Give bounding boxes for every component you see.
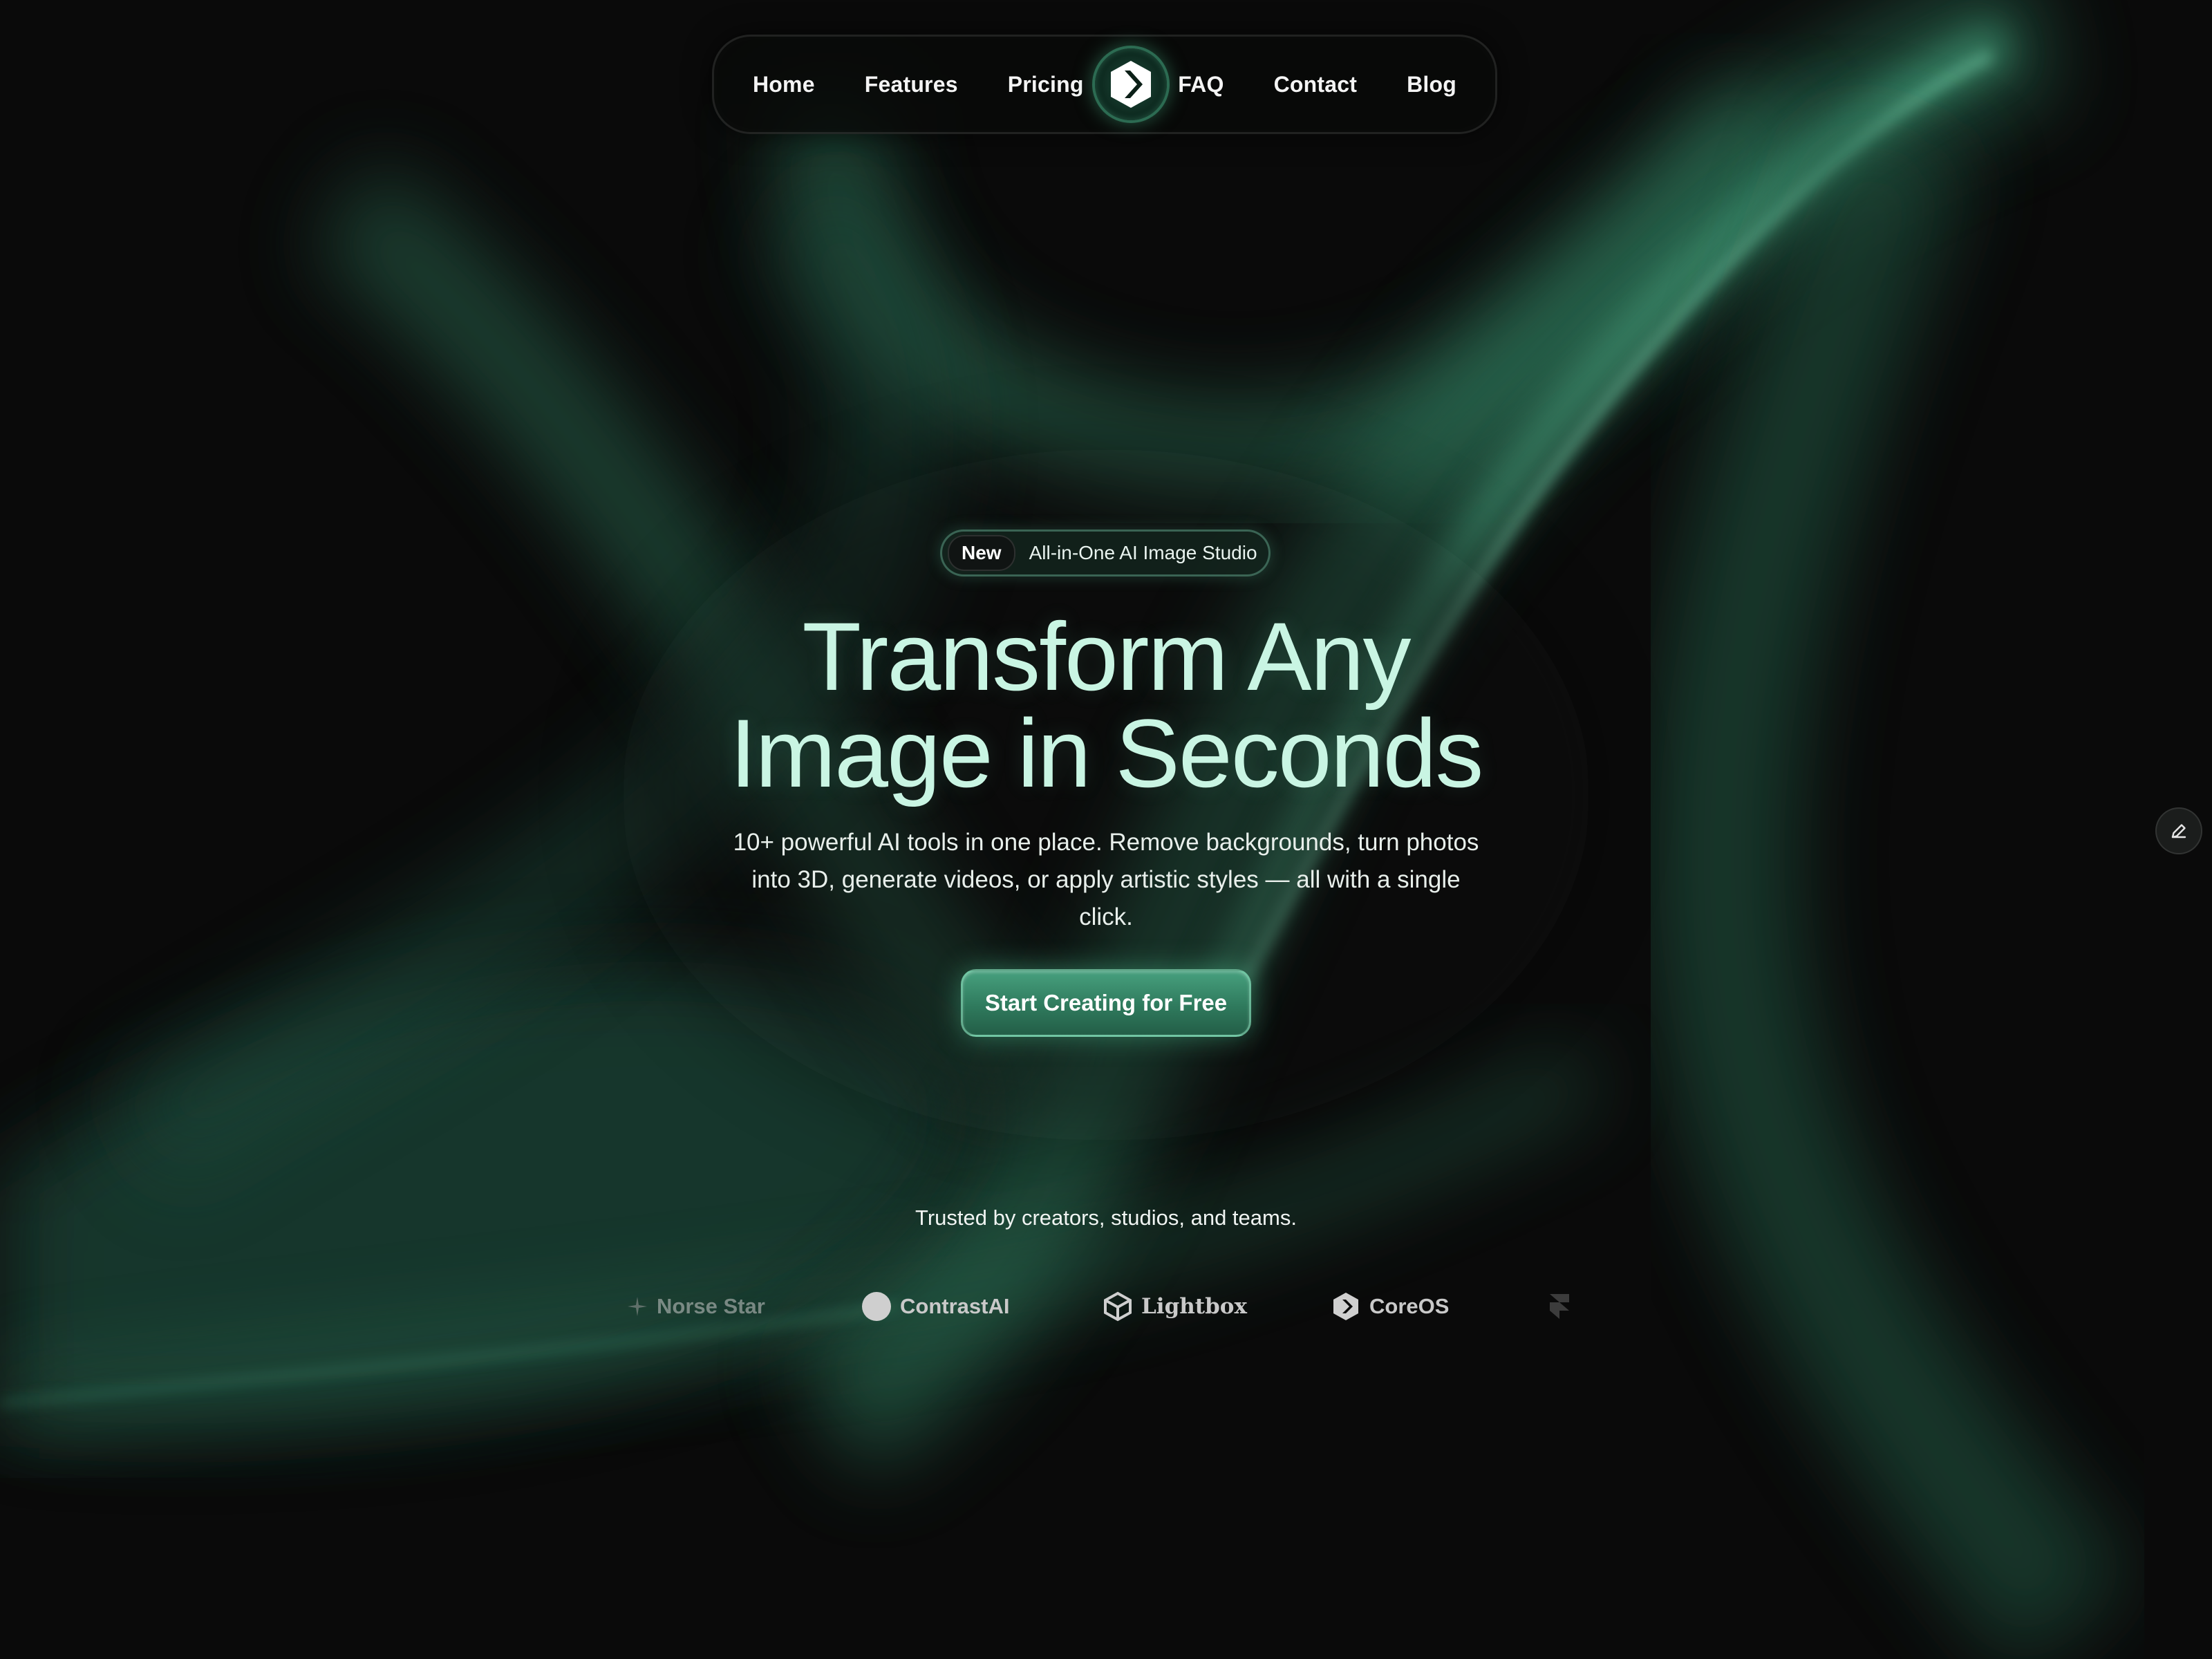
nav-link-home[interactable]: Home (753, 72, 815, 97)
hero-title-line-2: Image in Seconds (729, 699, 1484, 807)
nav-link-pricing[interactable]: Pricing (1008, 72, 1084, 97)
nav-left-group: Home Features Pricing (753, 72, 1084, 97)
new-pill: New (948, 535, 1015, 571)
logo-contrastai-label: ContrastAI (900, 1294, 1010, 1318)
logo-coreos: CoreOS (1331, 1279, 1449, 1334)
hexagon-chevron-icon (1333, 1293, 1358, 1320)
framer-icon (1550, 1294, 1569, 1319)
circle-icon (862, 1292, 891, 1321)
start-creating-button[interactable]: Start Creating for Free (961, 969, 1251, 1037)
sparkle-icon (628, 1297, 647, 1316)
chevron-hexagon-logo-icon (1110, 61, 1151, 108)
trusted-by-text: Trusted by creators, studios, and teams. (915, 1206, 1297, 1230)
logo-lightbox-label: Lightbox (1141, 1294, 1247, 1319)
partner-logos-row: Norse Star ContrastAI Lightbox CoreOS (594, 1279, 1618, 1334)
hero-title: Transform Any Image in Seconds (622, 608, 1590, 802)
nav-link-faq[interactable]: FAQ (1178, 72, 1224, 97)
nav-link-features[interactable]: Features (865, 72, 958, 97)
hero-title-line-1: Transform Any (802, 602, 1411, 711)
logo-lightbox: Lightbox (1103, 1279, 1247, 1334)
logo-framer (1548, 1279, 1579, 1334)
pencil-icon (2171, 824, 2186, 838)
nav-link-blog[interactable]: Blog (1407, 72, 1456, 97)
nav-right-group: FAQ Contact Blog (1178, 72, 1456, 97)
edit-button[interactable] (2155, 807, 2202, 854)
landing-page: Home Features Pricing FAQ Contact Blog N… (0, 0, 2212, 1659)
logo-contrastai: ContrastAI (861, 1279, 1009, 1334)
nav-link-contact[interactable]: Contact (1274, 72, 1358, 97)
top-navigation: Home Features Pricing FAQ Contact Blog (712, 35, 1497, 134)
logo-coreos-label: CoreOS (1369, 1294, 1450, 1318)
logo-norse-star: Norse Star (626, 1279, 765, 1334)
announcement-badge[interactable]: New All-in-One AI Image Studio (940, 529, 1271, 577)
brand-logo-button[interactable] (1094, 48, 1167, 120)
badge-text: All-in-One AI Image Studio (1029, 542, 1257, 563)
logo-norse-star-label: Norse Star (657, 1294, 765, 1318)
hero-subtitle: 10+ powerful AI tools in one place. Remo… (733, 829, 1479, 930)
cube-icon (1104, 1291, 1132, 1322)
